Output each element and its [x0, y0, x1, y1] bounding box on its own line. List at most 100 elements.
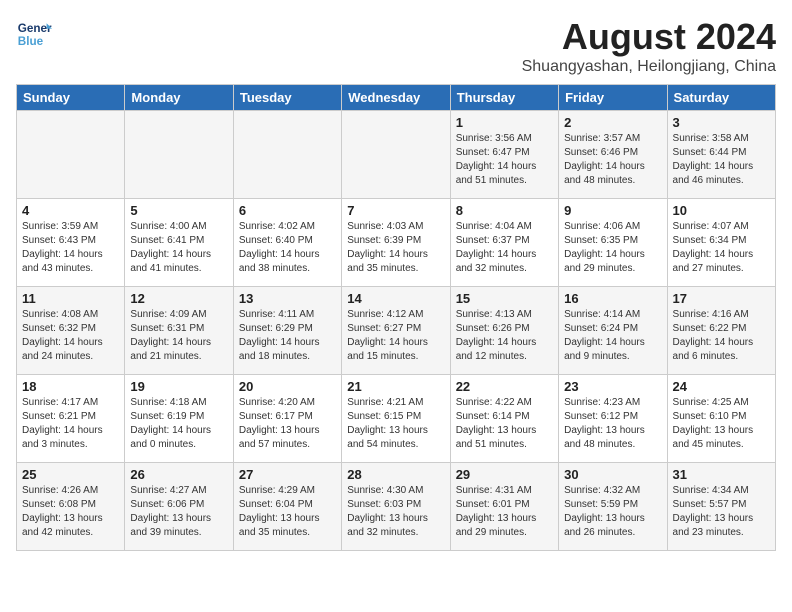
day-number: 6: [239, 203, 336, 218]
day-info: Sunrise: 4:23 AM Sunset: 6:12 PM Dayligh…: [564, 396, 661, 452]
day-number: 12: [130, 291, 227, 306]
table-row: 23Sunrise: 4:23 AM Sunset: 6:12 PM Dayli…: [559, 375, 667, 463]
day-info: Sunrise: 4:03 AM Sunset: 6:39 PM Dayligh…: [347, 220, 444, 276]
table-row: 8Sunrise: 4:04 AM Sunset: 6:37 PM Daylig…: [450, 199, 558, 287]
table-row: [342, 111, 450, 199]
day-number: 3: [673, 115, 770, 130]
day-number: 11: [22, 291, 119, 306]
table-row: 22 Sunrise: 4:22 AM Sunset: 6:14 PM Dayli…: [450, 375, 558, 463]
day-number: 10: [673, 203, 770, 218]
day-info: Sunrise: 4:32 AM Sunset: 5:59 PM Dayligh…: [564, 484, 661, 540]
day-number: 22: [456, 379, 553, 394]
table-row: [233, 111, 341, 199]
day-number: 8: [456, 203, 553, 218]
table-row: 21 Sunrise: 4:21 AM Sunset: 6:15 PM Dayli…: [342, 375, 450, 463]
day-number: 20: [239, 379, 336, 394]
header-saturday: Saturday: [667, 85, 775, 111]
day-number: 28: [347, 467, 444, 482]
logo-icon: General Blue: [16, 16, 52, 52]
day-number: 17: [673, 291, 770, 306]
table-row: 4 Sunrise: 3:59 AM Sunset: 6:43 PM Daylig…: [17, 199, 125, 287]
week-row-4: 18 Sunrise: 4:17 AM Sunset: 6:21 PM Dayli…: [17, 375, 776, 463]
table-row: 31 Sunrise: 4:34 AM Sunset: 5:57 PM Dayli…: [667, 463, 775, 551]
table-row: 7 Sunrise: 4:03 AM Sunset: 6:39 PM Daylig…: [342, 199, 450, 287]
day-number: 16: [564, 291, 661, 306]
day-number: 26: [130, 467, 227, 482]
day-info: Sunrise: 4:27 AM Sunset: 6:06 PM Dayligh…: [130, 484, 227, 540]
day-info: Sunrise: 4:08 AM Sunset: 6:32 PM Dayligh…: [22, 308, 119, 364]
header-thursday: Thursday: [450, 85, 558, 111]
day-info: Sunrise: 4:17 AM Sunset: 6:21 PM Dayligh…: [22, 396, 119, 452]
day-number: 19: [130, 379, 227, 394]
table-row: 19 Sunrise: 4:18 AM Sunset: 6:19 PM Dayli…: [125, 375, 233, 463]
table-row: 5 Sunrise: 4:00 AM Sunset: 6:41 PM Daylig…: [125, 199, 233, 287]
day-info: Sunrise: 4:00 AM Sunset: 6:41 PM Dayligh…: [130, 220, 227, 276]
table-row: 18 Sunrise: 4:17 AM Sunset: 6:21 PM Dayli…: [17, 375, 125, 463]
day-number: 5: [130, 203, 227, 218]
day-info: Sunrise: 4:14 AM Sunset: 6:24 PM Dayligh…: [564, 308, 661, 364]
day-number: 2: [564, 115, 661, 130]
day-number: 21: [347, 379, 444, 394]
table-row: 26 Sunrise: 4:27 AM Sunset: 6:06 PM Dayli…: [125, 463, 233, 551]
day-info: Sunrise: 4:12 AM Sunset: 6:27 PM Dayligh…: [347, 308, 444, 364]
table-row: 28Sunrise: 4:30 AM Sunset: 6:03 PM Dayli…: [342, 463, 450, 551]
table-row: 1 Sunrise: 3:56 AM Sunset: 6:47 PM Daylig…: [450, 111, 558, 199]
day-info: Sunrise: 4:11 AM Sunset: 6:29 PM Dayligh…: [239, 308, 336, 364]
day-info: Sunrise: 4:26 AM Sunset: 6:08 PM Dayligh…: [22, 484, 119, 540]
table-row: 24Sunrise: 4:25 AM Sunset: 6:10 PM Dayli…: [667, 375, 775, 463]
table-row: 16 Sunrise: 4:14 AM Sunset: 6:24 PM Dayli…: [559, 287, 667, 375]
table-row: 13 Sunrise: 4:11 AM Sunset: 6:29 PM Dayli…: [233, 287, 341, 375]
calendar-table: Sunday Monday Tuesday Wednesday Thursday…: [16, 84, 776, 551]
day-info: Sunrise: 3:58 AM Sunset: 6:44 PM Dayligh…: [673, 132, 770, 188]
day-number: 13: [239, 291, 336, 306]
day-info: Sunrise: 4:29 AM Sunset: 6:04 PM Dayligh…: [239, 484, 336, 540]
day-info: Sunrise: 3:57 AM Sunset: 6:46 PM Dayligh…: [564, 132, 661, 188]
day-number: 14: [347, 291, 444, 306]
day-number: 27: [239, 467, 336, 482]
day-info: Sunrise: 4:18 AM Sunset: 6:19 PM Dayligh…: [130, 396, 227, 452]
day-number: 7: [347, 203, 444, 218]
day-info: Sunrise: 3:59 AM Sunset: 6:43 PM Dayligh…: [22, 220, 119, 276]
day-info: Sunrise: 4:13 AM Sunset: 6:26 PM Dayligh…: [456, 308, 553, 364]
day-info: Sunrise: 4:21 AM Sunset: 6:15 PM Dayligh…: [347, 396, 444, 452]
day-number: 15: [456, 291, 553, 306]
table-row: 9Sunrise: 4:06 AM Sunset: 6:35 PM Daylig…: [559, 199, 667, 287]
day-number: 1: [456, 115, 553, 130]
day-number: 18: [22, 379, 119, 394]
day-number: 4: [22, 203, 119, 218]
day-info: Sunrise: 4:22 AM Sunset: 6:14 PM Dayligh…: [456, 396, 553, 452]
day-info: Sunrise: 4:06 AM Sunset: 6:35 PM Dayligh…: [564, 220, 661, 276]
table-row: 6 Sunrise: 4:02 AM Sunset: 6:40 PM Daylig…: [233, 199, 341, 287]
header-friday: Friday: [559, 85, 667, 111]
table-row: 12Sunrise: 4:09 AM Sunset: 6:31 PM Dayli…: [125, 287, 233, 375]
day-info: Sunrise: 4:34 AM Sunset: 5:57 PM Dayligh…: [673, 484, 770, 540]
day-info: Sunrise: 4:02 AM Sunset: 6:40 PM Dayligh…: [239, 220, 336, 276]
header-monday: Monday: [125, 85, 233, 111]
day-number: 30: [564, 467, 661, 482]
day-info: Sunrise: 4:20 AM Sunset: 6:17 PM Dayligh…: [239, 396, 336, 452]
weekday-header-row: Sunday Monday Tuesday Wednesday Thursday…: [17, 85, 776, 111]
day-number: 29: [456, 467, 553, 482]
header-tuesday: Tuesday: [233, 85, 341, 111]
table-row: 3 Sunrise: 3:58 AM Sunset: 6:44 PM Daylig…: [667, 111, 775, 199]
page-header: General Blue August 2024 Shuangyashan, H…: [16, 16, 776, 76]
table-row: 15 Sunrise: 4:13 AM Sunset: 6:26 PM Dayli…: [450, 287, 558, 375]
day-info: Sunrise: 4:07 AM Sunset: 6:34 PM Dayligh…: [673, 220, 770, 276]
table-row: 17 Sunrise: 4:16 AM Sunset: 6:22 PM Dayli…: [667, 287, 775, 375]
month-year: August 2024: [522, 16, 776, 58]
day-info: Sunrise: 4:25 AM Sunset: 6:10 PM Dayligh…: [673, 396, 770, 452]
header-sunday: Sunday: [17, 85, 125, 111]
day-number: 31: [673, 467, 770, 482]
svg-text:Blue: Blue: [18, 35, 44, 48]
table-row: 25Sunrise: 4:26 AM Sunset: 6:08 PM Dayli…: [17, 463, 125, 551]
day-info: Sunrise: 4:16 AM Sunset: 6:22 PM Dayligh…: [673, 308, 770, 364]
title-block: August 2024 Shuangyashan, Heilongjiang, …: [522, 16, 776, 76]
table-row: 27 Sunrise: 4:29 AM Sunset: 6:04 PM Dayli…: [233, 463, 341, 551]
table-row: 30 Sunrise: 4:32 AM Sunset: 5:59 PM Dayli…: [559, 463, 667, 551]
table-row: [125, 111, 233, 199]
day-info: Sunrise: 3:56 AM Sunset: 6:47 PM Dayligh…: [456, 132, 553, 188]
table-row: 11 Sunrise: 4:08 AM Sunset: 6:32 PM Dayli…: [17, 287, 125, 375]
day-info: Sunrise: 4:31 AM Sunset: 6:01 PM Dayligh…: [456, 484, 553, 540]
week-row-5: 25Sunrise: 4:26 AM Sunset: 6:08 PM Dayli…: [17, 463, 776, 551]
table-row: 10 Sunrise: 4:07 AM Sunset: 6:34 PM Dayli…: [667, 199, 775, 287]
